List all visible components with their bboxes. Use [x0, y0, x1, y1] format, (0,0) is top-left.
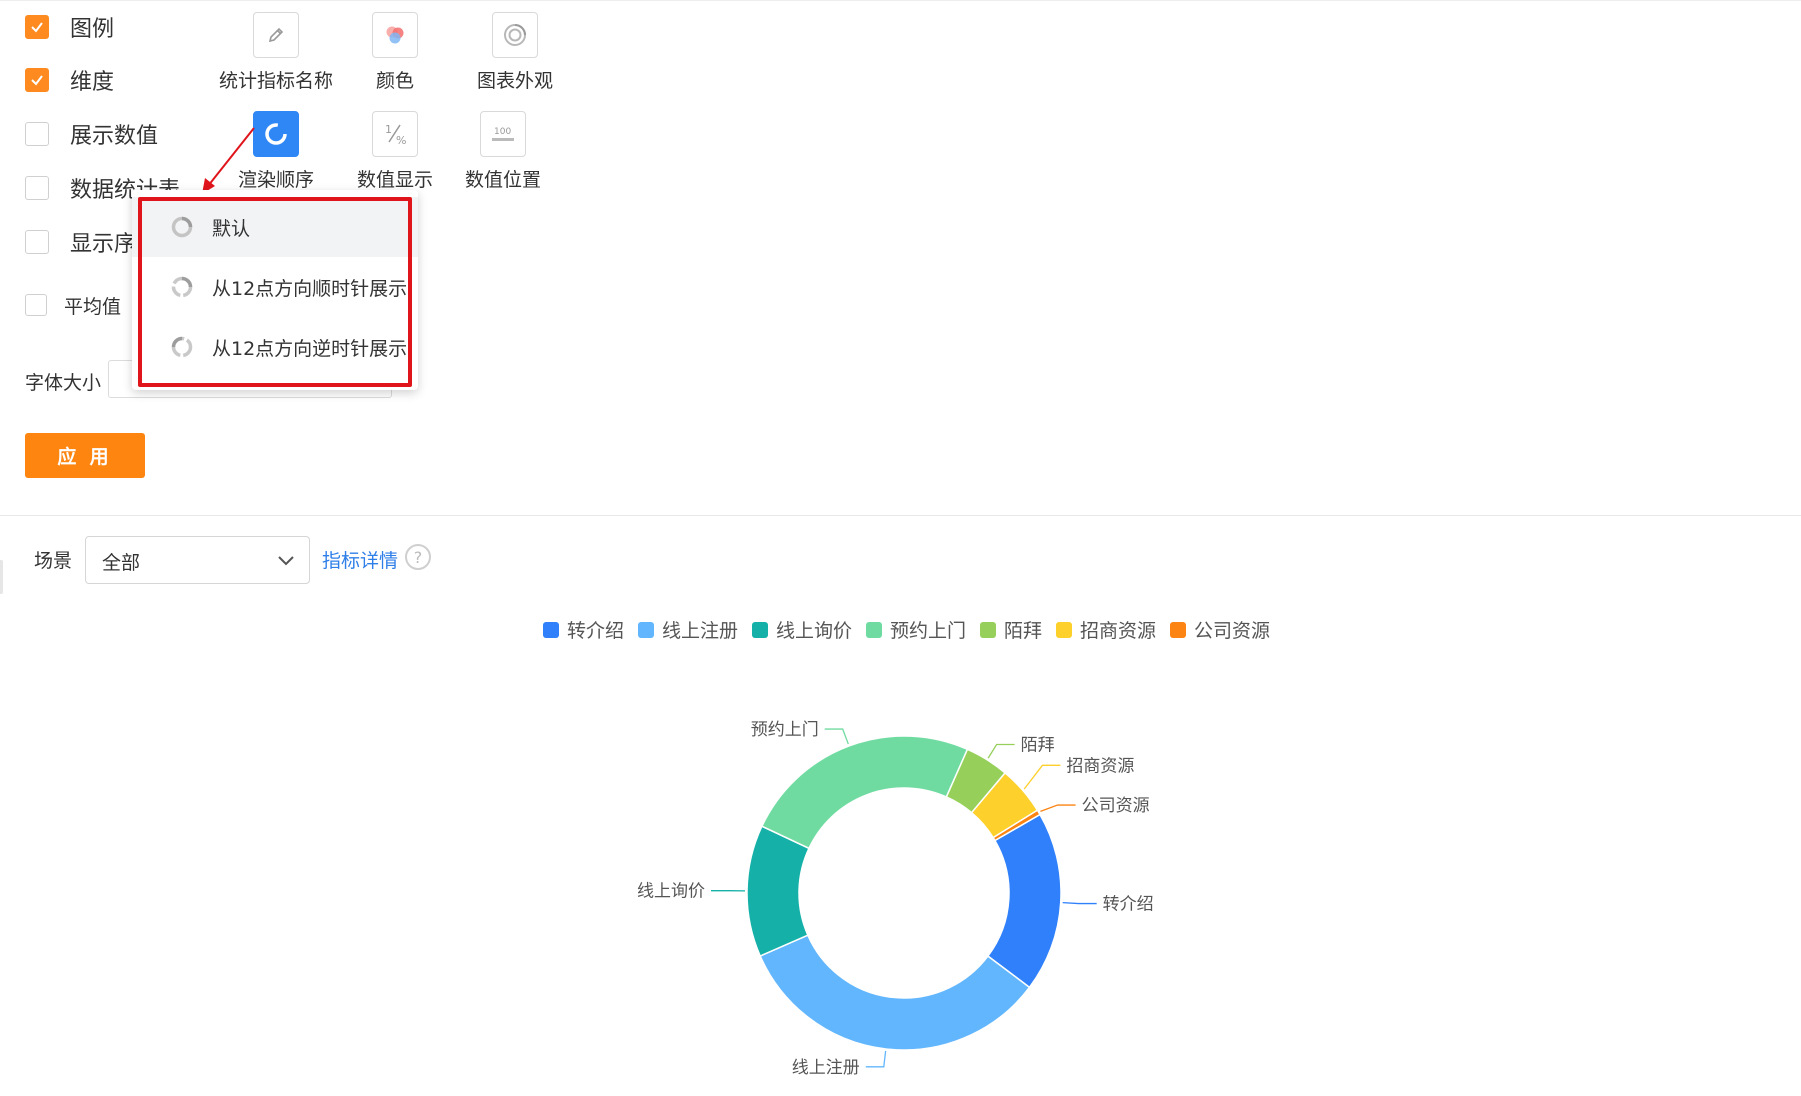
chart-appearance-tool[interactable]: 图表外观: [445, 12, 585, 93]
check-icon: [31, 22, 43, 33]
render-order-icon: [265, 123, 287, 145]
legend-swatch: [637, 621, 654, 638]
average-option[interactable]: 平均值: [25, 291, 121, 319]
slice-label: 预约上门: [751, 720, 819, 740]
leader-line: [1023, 764, 1061, 790]
donut-appearance-icon: [504, 24, 526, 46]
value-display-tool-button[interactable]: 1 %: [372, 111, 418, 157]
ring-default-icon: [171, 216, 193, 238]
legend-label: 招商资源: [1080, 620, 1157, 642]
legend-label: 转介绍: [566, 620, 624, 642]
average-checkbox[interactable]: [25, 294, 47, 316]
color-tool[interactable]: 颜色: [325, 12, 465, 93]
legend-swatch: [865, 621, 882, 638]
annotation-arrow: [202, 127, 255, 194]
color-tool-label: 颜色: [375, 70, 414, 92]
legend-label: 公司资源: [1194, 620, 1271, 642]
font-size-label: 字体大小: [25, 372, 102, 394]
top-border: [0, 0, 1801, 1]
slice-label: 转介绍: [1103, 895, 1154, 915]
svg-text:100: 100: [494, 127, 511, 137]
legend-item[interactable]: 陌拜: [980, 616, 1042, 643]
dropdown-item-counterclockwise[interactable]: 从12点方向逆时针展示: [132, 317, 418, 377]
legend-option-label: 图例: [70, 17, 115, 42]
dropdown-item-label: 默认: [212, 217, 251, 240]
average-option-label: 平均值: [64, 295, 122, 318]
donut-slice[interactable]: [746, 825, 810, 958]
legend-item[interactable]: 线上询价: [751, 616, 852, 643]
fraction-percent-icon: 1 %: [385, 123, 406, 147]
svg-text:1: 1: [385, 123, 392, 136]
value-position-tool-label: 数值位置: [464, 169, 541, 191]
slice-label: 线上询价: [637, 882, 705, 902]
render-order-dropdown: 默认 从12点方向顺时针展示 从12点方向逆时针展示: [132, 190, 418, 390]
value-position-tool-button[interactable]: 100: [480, 111, 526, 157]
ring-clockwise-icon: [171, 276, 193, 298]
legend-swatch: [542, 621, 559, 638]
legend-label: 预约上门: [889, 620, 966, 642]
legend-label: 线上询价: [775, 620, 852, 642]
chevron-down-icon: [278, 556, 294, 566]
slice-label: 陌拜: [1021, 736, 1055, 756]
donut-slice[interactable]: [760, 735, 969, 850]
leader-line: [824, 728, 849, 745]
leader-line: [865, 1050, 887, 1068]
slice-label: 招商资源: [1066, 756, 1134, 776]
scene-select[interactable]: 全部: [85, 536, 310, 584]
apply-button[interactable]: 应 用: [25, 433, 145, 478]
leader-line: [987, 743, 1015, 759]
leader-line: [1062, 901, 1097, 905]
show-value-checkbox[interactable]: [25, 122, 49, 146]
dropdown-item-default[interactable]: 默认: [132, 197, 418, 257]
legend-item[interactable]: 转介绍: [542, 616, 624, 643]
legend-swatch: [1170, 621, 1187, 638]
svg-text:%: %: [396, 134, 406, 147]
color-palette-icon: [386, 26, 404, 44]
chart-appearance-tool-button[interactable]: [492, 12, 538, 58]
metric-name-tool-button[interactable]: [253, 12, 299, 58]
dropdown-item-clockwise[interactable]: 从12点方向顺时针展示: [132, 257, 418, 317]
dimension-checkbox[interactable]: [25, 68, 49, 92]
show-value-option[interactable]: 展示数值: [25, 120, 159, 149]
metric-detail-link[interactable]: 指标详情: [322, 546, 398, 573]
dropdown-item-label: 从12点方向逆时针展示: [212, 337, 408, 360]
dimension-option[interactable]: 维度: [25, 66, 115, 95]
color-tool-button[interactable]: [372, 12, 418, 58]
check-icon: [31, 75, 43, 86]
show-order-checkbox[interactable]: [25, 230, 49, 254]
slice-label: 公司资源: [1082, 796, 1150, 816]
help-icon[interactable]: ?: [405, 544, 431, 570]
legend-item[interactable]: 线上注册: [637, 616, 738, 643]
slice-label: 线上注册: [792, 1058, 860, 1078]
donut-slice[interactable]: [986, 813, 1062, 989]
chart-appearance-tool-label: 图表外观: [476, 70, 553, 92]
scene-select-value: 全部: [102, 552, 141, 574]
value-position-icon: 100: [492, 127, 514, 141]
value-position-tool[interactable]: 100 数值位置: [433, 111, 573, 192]
legend-swatch: [751, 621, 768, 638]
dropdown-item-label: 从12点方向顺时针展示: [212, 277, 408, 300]
legend-option[interactable]: 图例: [25, 13, 115, 42]
legend-item[interactable]: 预约上门: [865, 616, 966, 643]
dimension-option-label: 维度: [70, 70, 115, 95]
section-divider: [0, 515, 1801, 516]
donut-chart: 转介绍线上注册 线上询价 预约上门陌拜招商资源公司资源: [637, 720, 1154, 1078]
ring-counterclockwise-icon: [171, 336, 193, 358]
donut-slice[interactable]: [759, 934, 1031, 1051]
legend-label: 线上注册: [661, 620, 738, 642]
pencil-icon: [268, 27, 284, 43]
legend-checkbox[interactable]: [25, 15, 49, 39]
side-handle[interactable]: [0, 560, 3, 594]
show-value-option-label: 展示数值: [70, 124, 159, 149]
legend-item[interactable]: 公司资源: [1170, 616, 1270, 643]
legend-swatch: [980, 621, 996, 638]
chart-legend: 转介绍 线上注册 线上询价 预约上门 陌拜 招商资源 公司资源: [0, 616, 1801, 643]
legend-item[interactable]: 招商资源: [1056, 616, 1156, 643]
data-stat-checkbox[interactable]: [25, 176, 49, 200]
legend-label: 陌拜: [1004, 620, 1043, 642]
leader-line: [1040, 804, 1076, 812]
scene-label: 场景: [34, 550, 73, 572]
legend-swatch: [1056, 621, 1073, 638]
